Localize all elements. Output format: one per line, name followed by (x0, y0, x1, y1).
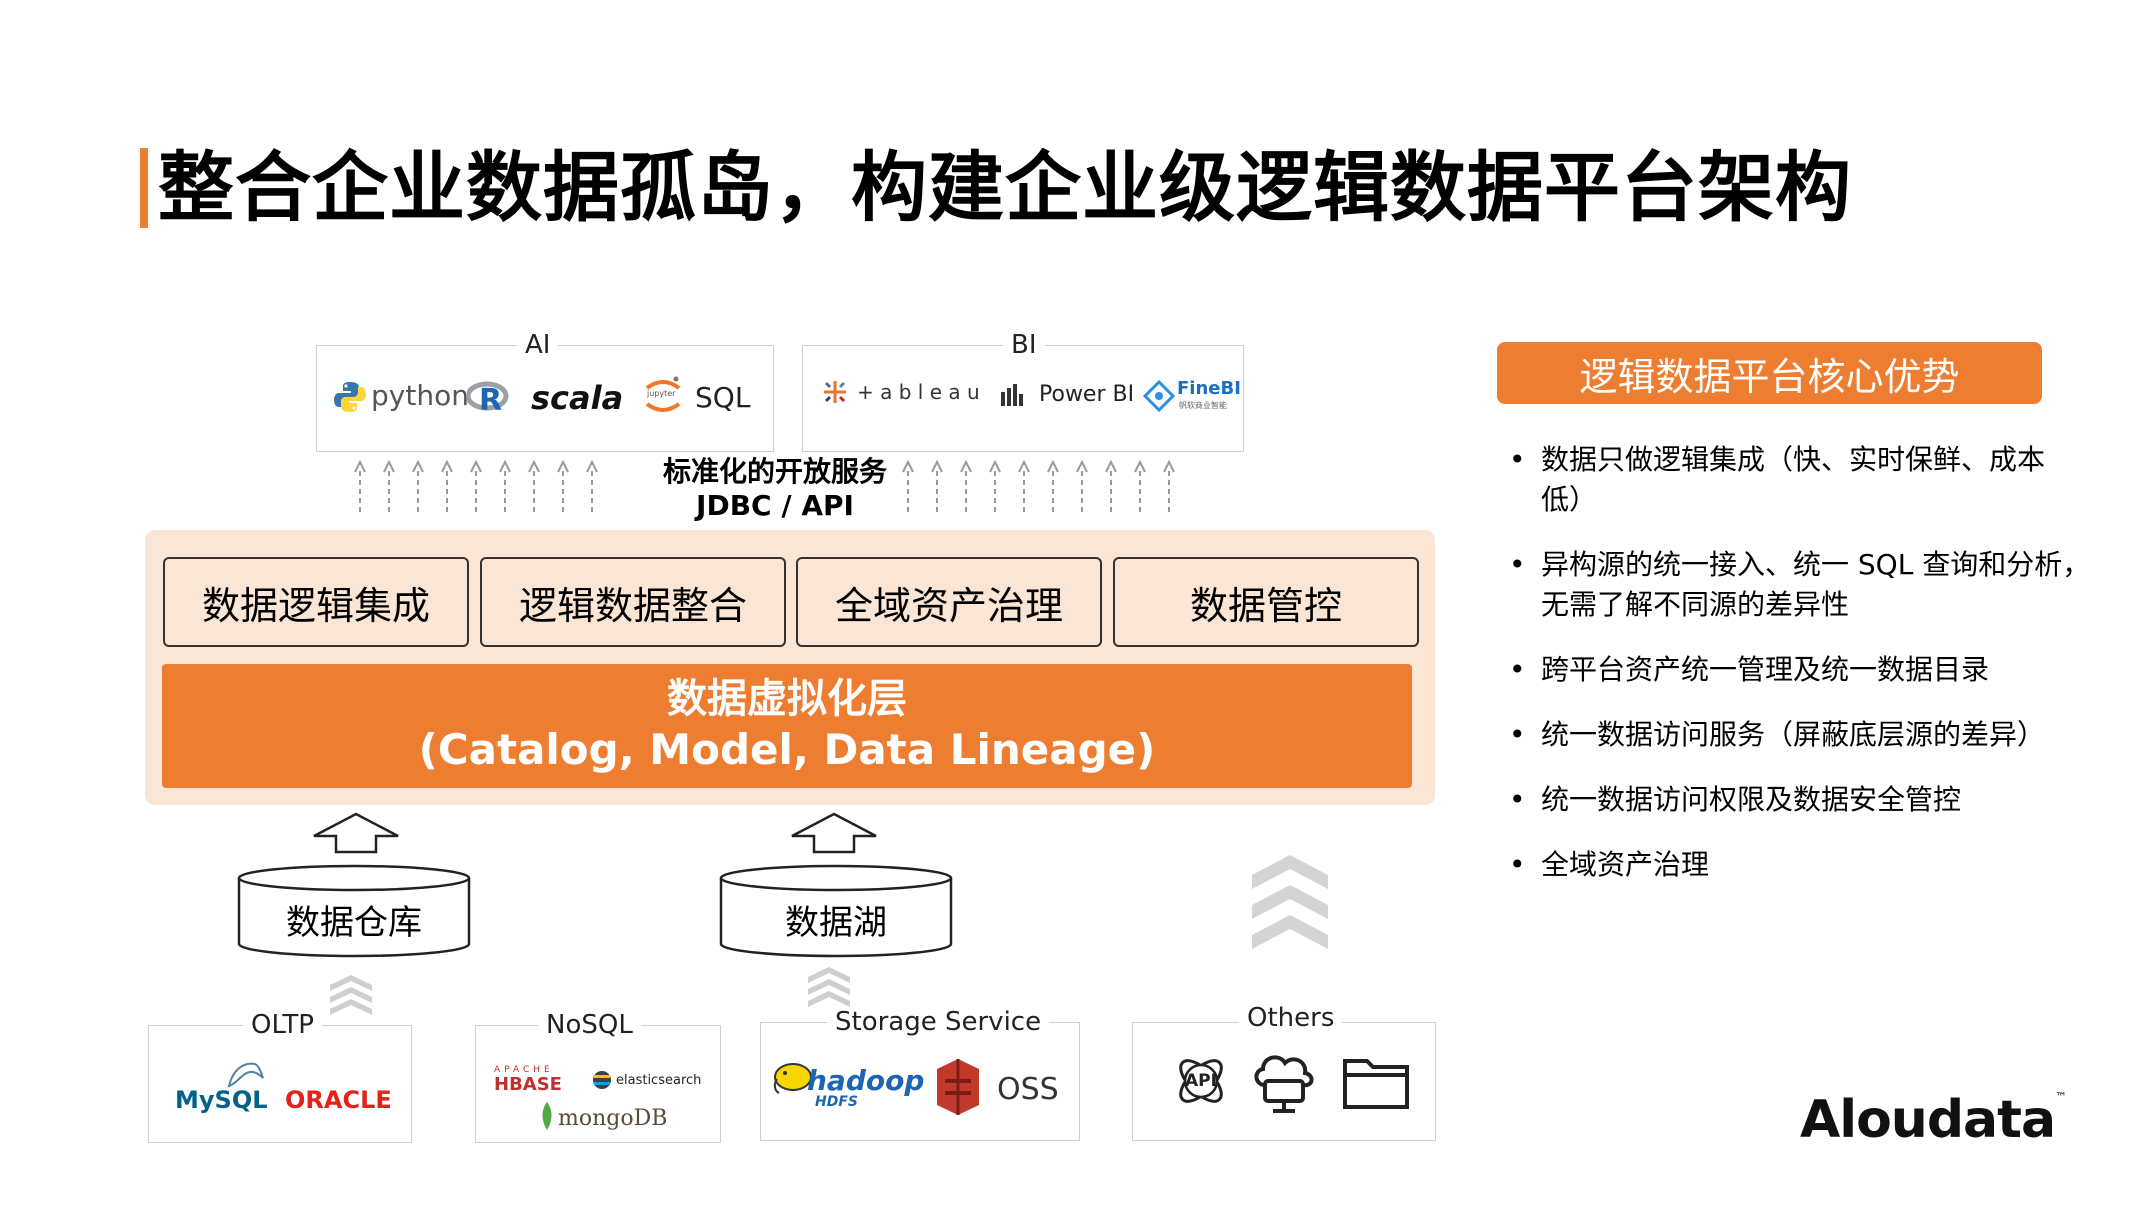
brand-logo: Aloudata™ (1800, 1090, 2067, 1150)
advantage-item: 全域资产治理 (1505, 845, 2105, 885)
advantage-item: 跨平台资产统一管理及统一数据目录 (1505, 650, 2105, 690)
oss-label: OSS (997, 1072, 1059, 1107)
storage-group-label: Storage Service (827, 1007, 1050, 1037)
api-label: API (1185, 1071, 1217, 1091)
powerbi-icon (1001, 384, 1023, 406)
hollow-up-arrow-icon (791, 812, 877, 854)
scala-label: scala (531, 379, 624, 417)
advantage-item: 数据只做逻辑集成（快、实时保鲜、成本低） (1505, 440, 2071, 520)
service-label: 标准化的开放服务 JDBC / API (610, 455, 940, 523)
brand-name: Aloudata (1800, 1090, 2056, 1150)
mysql-dolphin-icon (227, 1062, 264, 1088)
brand-trademark: ™ (2055, 1090, 2068, 1104)
tableau-icon (824, 381, 846, 403)
hdfs-label: HDFS (815, 1094, 858, 1110)
python-label: python (371, 379, 469, 412)
bi-group: BI + a b l e a u Power BI FineBI 帆软商业智能 (802, 330, 1244, 452)
chevron-up-stack-icon (330, 975, 372, 1015)
virtualization-layer-subtitle: (Catalog, Model, Data Lineage) (418, 725, 1156, 774)
ai-group: AI python R scala jupyter SQL (316, 330, 774, 452)
hollow-up-arrow-icon (313, 812, 399, 854)
others-group: Others API (1132, 1003, 1436, 1141)
jupyter-label: jupyter (647, 389, 676, 398)
ai-group-label: AI (517, 330, 559, 360)
title-accent-bar (140, 148, 148, 228)
mongodb-label: mongoDB (558, 1106, 668, 1131)
hadoop-label: hadoop (807, 1064, 925, 1097)
finebi-label: FineBI (1177, 378, 1241, 399)
oltp-group-label: OLTP (243, 1010, 322, 1040)
advantages-list: 数据只做逻辑集成（快、实时保鲜、成本低） 异构源的统一接入、统一 SQL 查询和… (1505, 440, 2105, 910)
finebi-icon (1143, 380, 1175, 412)
advantage-item: 统一数据访问权限及数据安全管控 (1505, 780, 2105, 820)
module-data-control: 数据管控 (1113, 557, 1419, 647)
cloud-computer-icon (1254, 1055, 1314, 1113)
bi-group-label: BI (1003, 330, 1045, 360)
chevron-up-stack-icon (1252, 855, 1328, 949)
module-logic-data-consolidation: 逻辑数据整合 (480, 557, 786, 647)
advantages-title: 逻辑数据平台核心优势 (1497, 342, 2042, 404)
mysql-label: MySQL (175, 1086, 268, 1114)
module-data-logic-integration: 数据逻辑集成 (163, 557, 469, 647)
storage-group: Storage Service hadoop HDFS OSS (760, 1007, 1080, 1141)
advantage-item: 异构源的统一接入、统一 SQL 查询和分析，无需了解不同源的差异性 (1505, 545, 2101, 625)
advantage-item: 统一数据访问服务（屏蔽底层源的差异） (1505, 715, 2105, 755)
python-icon (334, 382, 366, 412)
virtualization-layer-title: 数据虚拟化层 (667, 676, 907, 722)
elasticsearch-icon (593, 1071, 611, 1089)
mongodb-leaf-icon (542, 1102, 552, 1130)
page-title: 整合企业数据孤岛，构建企业级逻辑数据平台架构 (158, 143, 1852, 232)
module-asset-governance: 全域资产治理 (796, 557, 1102, 647)
service-label-line2: JDBC / API (696, 489, 854, 522)
oss-icon (937, 1059, 979, 1115)
chevron-up-stack-icon (808, 967, 850, 1007)
oltp-group: OLTP MySQL ORACLE (148, 1010, 412, 1143)
tableau-label: + a b l e a u (857, 380, 980, 404)
others-group-label: Others (1239, 1003, 1343, 1033)
virtualization-layer: 数据虚拟化层 (Catalog, Model, Data Lineage) (162, 664, 1412, 788)
r-label: R (479, 383, 503, 418)
elasticsearch-label: elasticsearch (616, 1073, 702, 1088)
folder-icon (1343, 1059, 1409, 1109)
powerbi-label: Power BI (1039, 382, 1135, 407)
sql-label: SQL (695, 381, 751, 414)
nosql-group: NoSQL APACHE HBASE elasticsearch mongoDB (475, 1010, 721, 1143)
finebi-sublabel: 帆软商业智能 (1179, 401, 1227, 410)
hbase-label: HBASE (494, 1074, 562, 1095)
oracle-label: ORACLE (285, 1086, 392, 1114)
data-warehouse-label: 数据仓库 (286, 903, 422, 943)
service-label-line1: 标准化的开放服务 (662, 455, 887, 488)
nosql-group-label: NoSQL (538, 1010, 641, 1040)
data-lake-label: 数据湖 (785, 903, 887, 943)
